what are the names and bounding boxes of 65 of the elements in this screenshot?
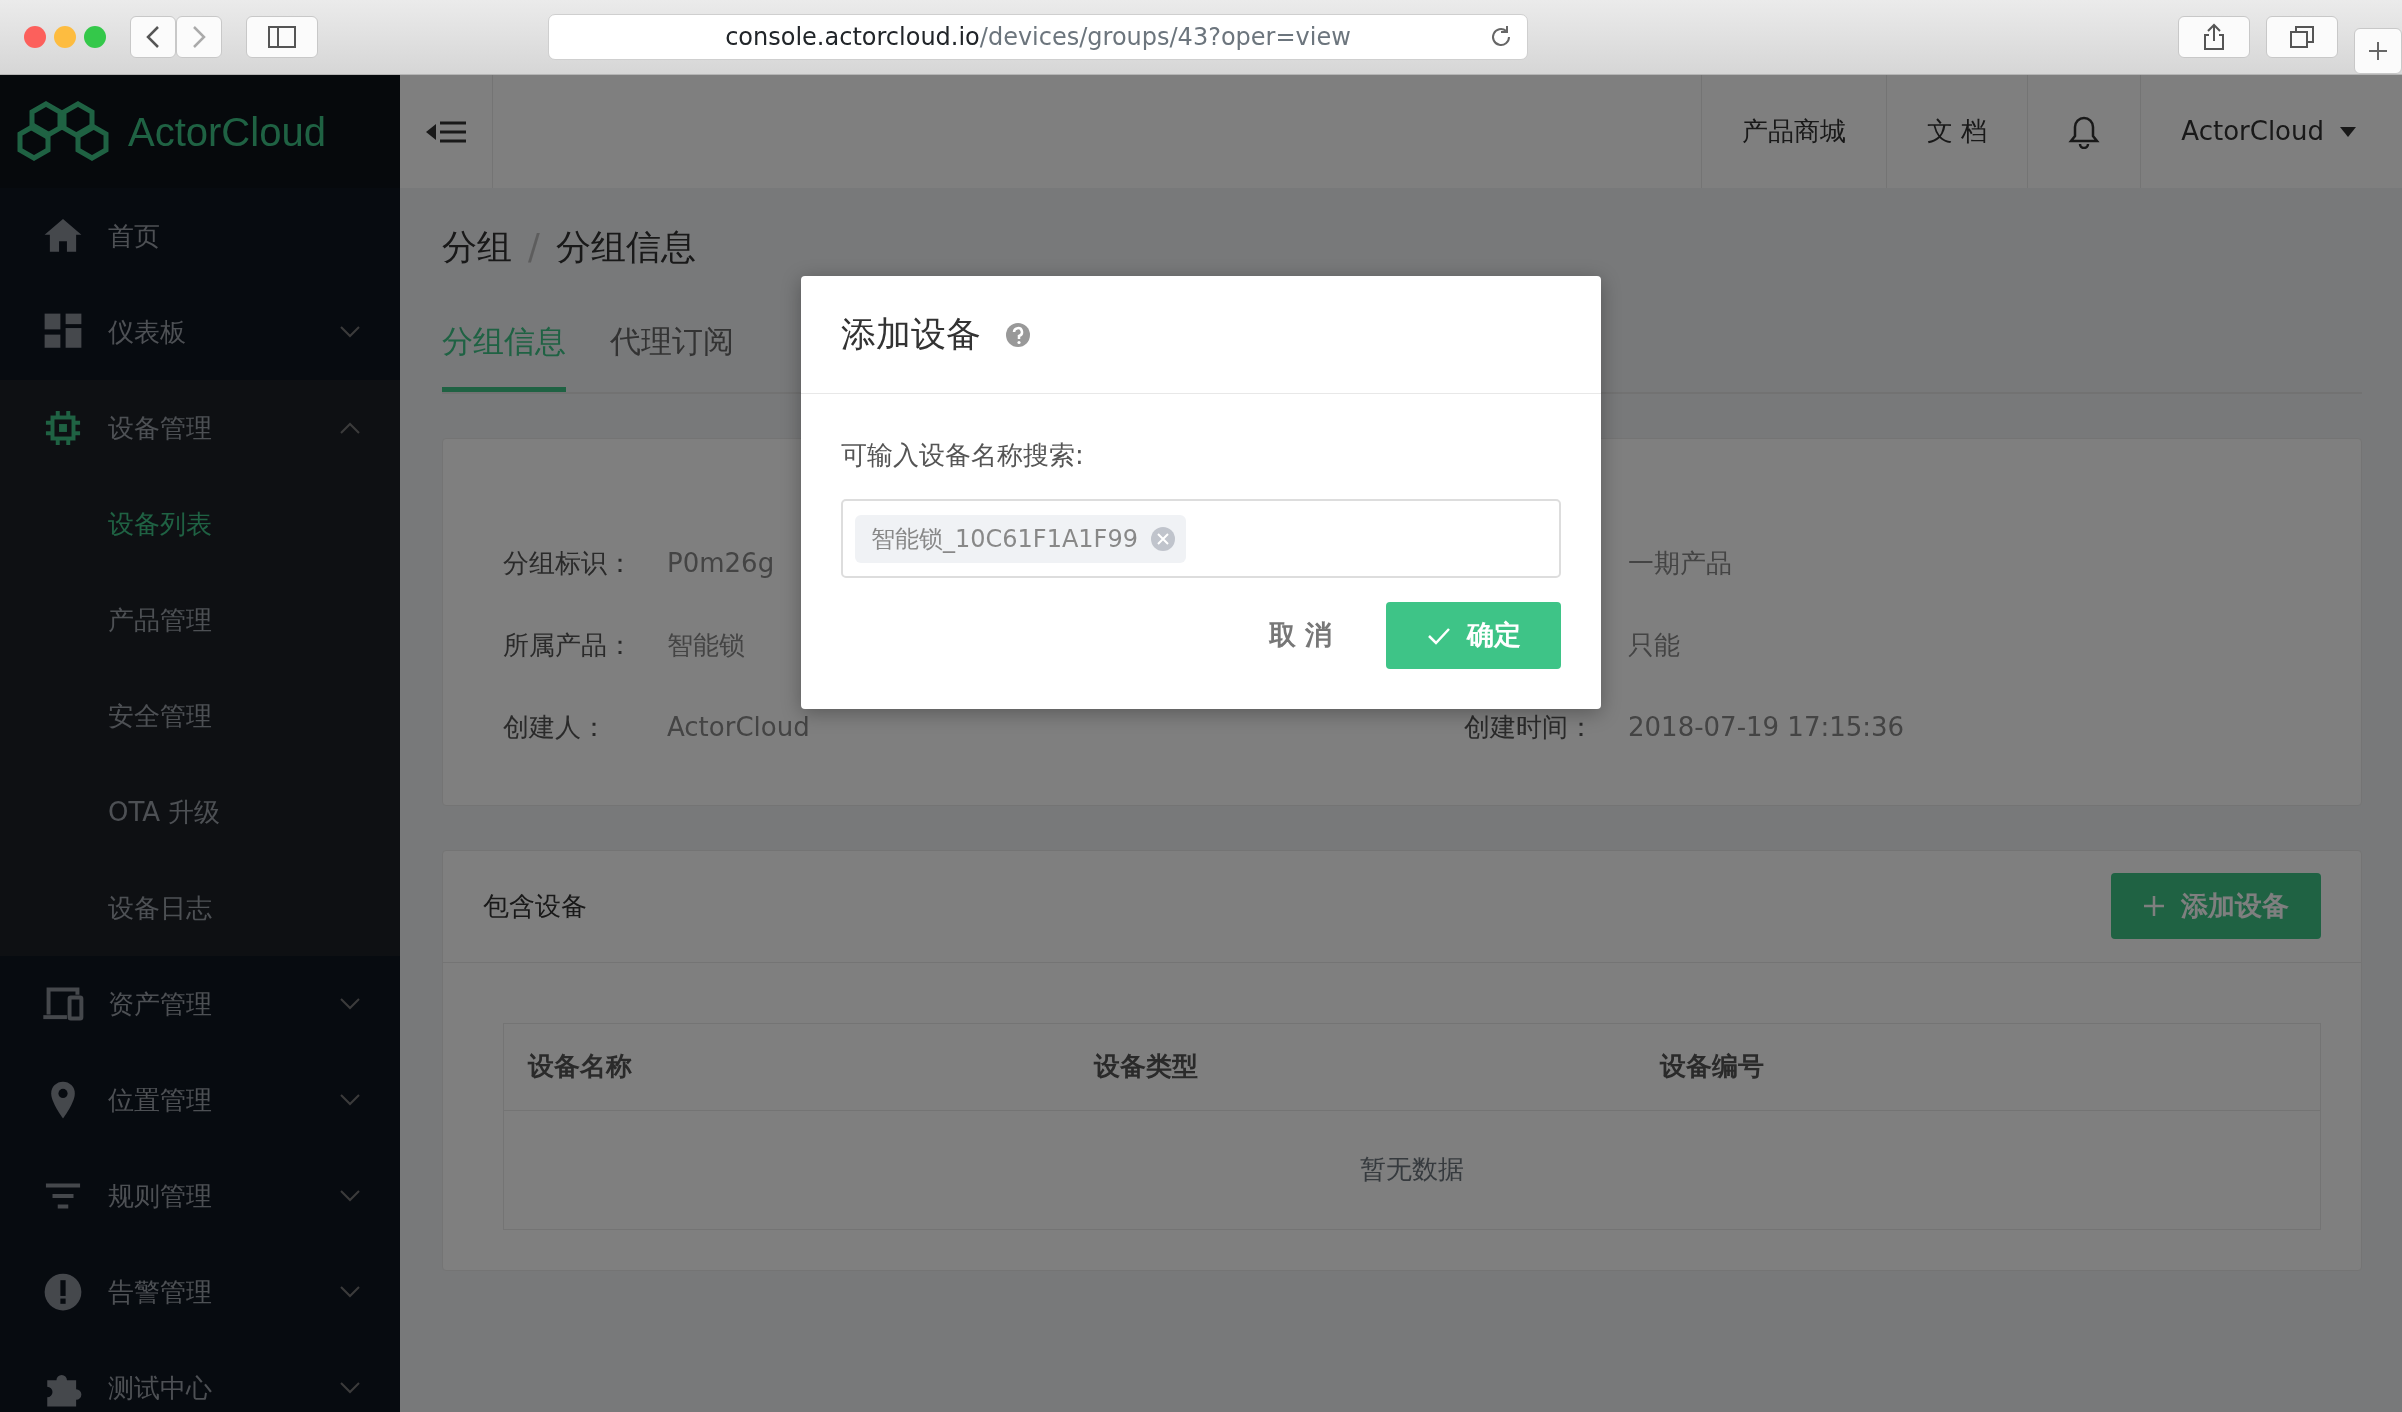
field-value: ActorCloud bbox=[667, 711, 810, 744]
field-label: 创建人： bbox=[503, 711, 608, 744]
field-label: 可输入设备名称搜索: bbox=[841, 439, 1085, 472]
breadcrumb-item: 分组信息 bbox=[555, 225, 696, 269]
bell-icon bbox=[2068, 114, 2101, 149]
field-value: 只能 bbox=[1628, 629, 1680, 662]
field-label: 所属产品： bbox=[503, 629, 634, 662]
sidebar-item[interactable]: 位置管理 bbox=[0, 1052, 400, 1148]
sidebar-item[interactable]: 告警管理 bbox=[0, 1244, 400, 1340]
field-value: 2018-07-19 17:15:36 bbox=[1628, 711, 1905, 744]
header-link[interactable]: 产品商城 bbox=[1701, 75, 1887, 188]
field-value: 智能锁 bbox=[667, 629, 745, 662]
forward-icon bbox=[192, 25, 206, 49]
back-button[interactable] bbox=[130, 16, 176, 58]
field-value: 一期产品 bbox=[1628, 547, 1732, 580]
share-button[interactable] bbox=[2178, 16, 2250, 58]
sidebar-item[interactable]: 测试中心 bbox=[0, 1340, 400, 1412]
tabs-button[interactable] bbox=[2266, 16, 2338, 58]
logo-icon bbox=[16, 99, 112, 164]
column-header: 设备类型 bbox=[1092, 1050, 1199, 1083]
new-tab-button[interactable] bbox=[2354, 28, 2402, 74]
tab[interactable]: 代理订阅 bbox=[610, 318, 734, 392]
help-icon bbox=[1005, 321, 1031, 348]
dialog-title: 添加设备 bbox=[841, 313, 981, 357]
confirm-button[interactable]: 确定 bbox=[1386, 602, 1561, 669]
logo-text: ActorCloud bbox=[128, 108, 326, 156]
sidebar-item[interactable]: 首页 bbox=[0, 188, 400, 284]
field-label: 创建时间： bbox=[1464, 711, 1595, 744]
column-header: 设备名称 bbox=[526, 1050, 633, 1083]
column-header: 设备编号 bbox=[1658, 1050, 1765, 1083]
breadcrumb-item[interactable]: 分组 bbox=[442, 220, 512, 274]
breadcrumb-separator: / bbox=[528, 225, 540, 269]
selected-tag: 智能锁_10C61F1A1F99 bbox=[855, 514, 1186, 563]
sidebar-item[interactable]: 资产管理 bbox=[0, 956, 400, 1052]
url-text: console.actorcloud.io/devices/groups/43?oper=view bbox=[725, 22, 1351, 53]
submenu-item[interactable]: 安全管理 bbox=[0, 668, 400, 764]
address-bar[interactable]: console.actorcloud.io/devices/groups/43?oper=view bbox=[548, 14, 1528, 60]
tabs-icon bbox=[2289, 25, 2315, 49]
sidebar-item[interactable]: 规则管理 bbox=[0, 1148, 400, 1244]
sidebar-item[interactable]: 仪表板 bbox=[0, 284, 400, 380]
field-value: P0m26g bbox=[667, 547, 775, 580]
user-menu[interactable]: ActorCloud bbox=[2140, 75, 2402, 188]
header-link[interactable]: 文 档 bbox=[1886, 75, 2028, 188]
card-title: 包含设备 bbox=[483, 889, 587, 923]
alert-icon bbox=[42, 1271, 84, 1313]
submenu-item[interactable]: 设备日志 bbox=[0, 860, 400, 956]
submenu-item[interactable]: 设备列表 bbox=[0, 476, 400, 572]
back-icon bbox=[146, 25, 160, 49]
submenu-item[interactable]: 产品管理 bbox=[0, 572, 400, 668]
add-device-button[interactable]: 添加设备 bbox=[2111, 873, 2321, 939]
plus-icon bbox=[2368, 41, 2388, 61]
field-label: 分组标识： bbox=[503, 547, 634, 580]
sidebar-icon bbox=[268, 26, 296, 48]
sidebar-toggle-button[interactable] bbox=[246, 16, 318, 58]
plus-icon bbox=[2143, 895, 2165, 917]
tab[interactable]: 分组信息 bbox=[442, 318, 566, 392]
reload-icon[interactable] bbox=[1489, 25, 1513, 49]
cancel-button[interactable]: 取 消 bbox=[1262, 614, 1338, 657]
share-icon bbox=[2203, 23, 2225, 51]
caret-icon bbox=[2340, 126, 2356, 137]
check-icon bbox=[1426, 626, 1451, 645]
device-search-field[interactable]: 智能锁_10C61F1A1F99 bbox=[841, 499, 1561, 578]
empty-text: 暂无数据 bbox=[1360, 1153, 1464, 1186]
sidebar-item[interactable]: 设备管理 bbox=[0, 380, 400, 476]
submenu-item[interactable]: OTA 升级 bbox=[0, 764, 400, 860]
